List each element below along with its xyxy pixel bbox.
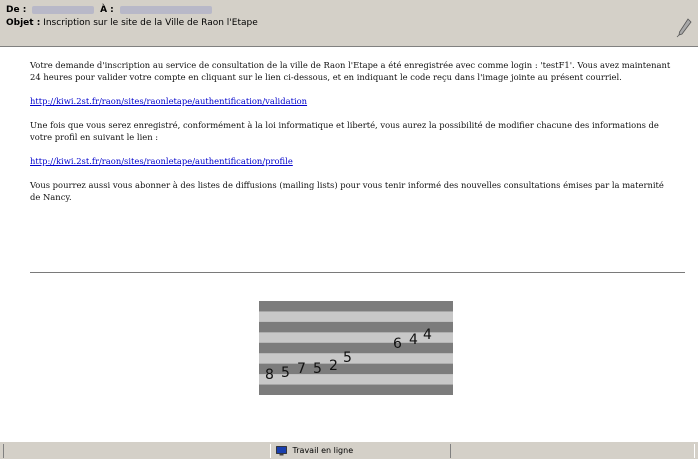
- captcha-digit: 2: [329, 358, 338, 374]
- captcha-image: 8 5 7 5 2 56 4 4: [259, 301, 453, 395]
- from-label: De :: [6, 5, 27, 15]
- message-content: Votre demande d'inscription au service d…: [0, 47, 698, 203]
- captcha-stripe: [259, 342, 453, 354]
- to-label: À :: [100, 5, 114, 15]
- subject-row: Objet : Inscription sur le site de la Vi…: [6, 17, 692, 30]
- captcha-digit: 6: [393, 336, 402, 352]
- captcha-digit: 5: [313, 361, 322, 377]
- monitor-icon: [276, 445, 287, 455]
- captcha-digit: 5: [343, 350, 352, 366]
- profile-link[interactable]: http://kiwi.2st.fr/raon/sites/raonletape…: [30, 156, 293, 166]
- paragraph-registration: Votre demande d'inscription au service d…: [30, 60, 671, 82]
- divider: [30, 272, 685, 273]
- pen-icon[interactable]: [676, 18, 692, 38]
- captcha-digit: 5: [281, 365, 290, 381]
- status-online: Travail en ligne: [276, 445, 353, 457]
- captcha-digit: 7: [297, 361, 306, 377]
- subject-text: Inscription sur le site de la Ville de R…: [43, 18, 258, 28]
- to-address-redacted: [119, 5, 212, 14]
- status-cell-left: [3, 444, 271, 458]
- status-online-text: Travail en ligne: [292, 446, 354, 455]
- captcha-digit: 8: [265, 367, 274, 383]
- captcha-stripe: [259, 384, 453, 395]
- message-header: De : À : Objet : Inscription sur le site…: [0, 0, 698, 47]
- captcha-stripe: [259, 311, 453, 323]
- paragraph-mailing-lists: Vous pourrez aussi vous abonner à des li…: [30, 180, 664, 202]
- status-cell-right: [450, 444, 695, 458]
- subject-label: Objet :: [6, 18, 41, 28]
- captcha-stripe: [259, 353, 453, 365]
- validation-link[interactable]: http://kiwi.2st.fr/raon/sites/raonletape…: [30, 96, 307, 106]
- captcha-stripe: [259, 301, 453, 312]
- from-row: De : À :: [6, 4, 692, 17]
- captcha-digit: 4: [423, 327, 432, 343]
- status-bar: Travail en ligne: [0, 441, 698, 459]
- captcha-digit: 4: [409, 332, 418, 348]
- from-address-redacted: [32, 5, 95, 14]
- message-body: Votre demande d'inscription au service d…: [0, 47, 698, 441]
- paragraph-profile: Une fois que vous serez enregistré, conf…: [30, 120, 659, 142]
